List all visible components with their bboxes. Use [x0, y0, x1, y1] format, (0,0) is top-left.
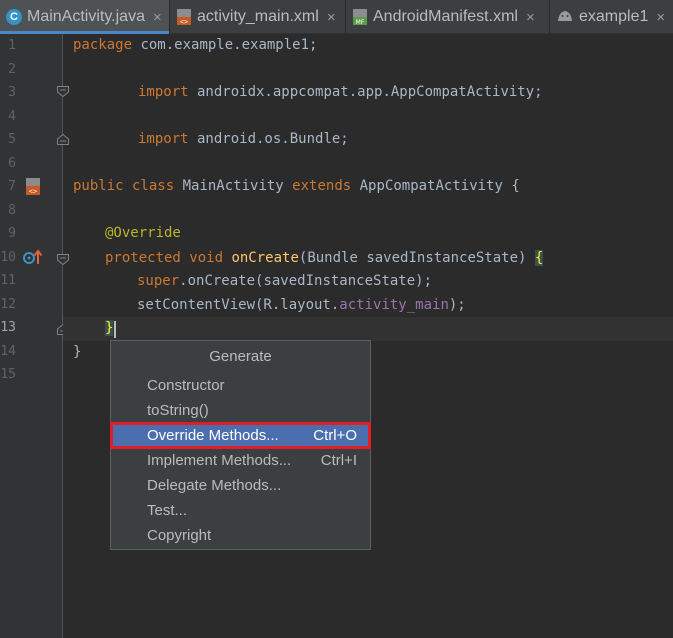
menu-item-tostring[interactable]: toString() — [112, 398, 369, 423]
close-icon[interactable]: × — [656, 9, 665, 26]
menu-item-test[interactable]: Test... — [112, 498, 369, 523]
menu-item-implement-methods[interactable]: Implement Methods... Ctrl+I — [112, 448, 369, 473]
code-line-12: setContentView(R.layout.activity_main); — [137, 297, 466, 313]
code-line-5: import android.os.Bundle; — [138, 131, 349, 147]
line-number: 1 — [8, 38, 16, 53]
android-icon — [556, 9, 574, 25]
line-number: 5 — [8, 132, 16, 147]
code-line-7: public class MainActivity extends AppCom… — [73, 178, 520, 194]
menu-item-delegate-methods[interactable]: Delegate Methods... — [112, 473, 369, 498]
text-cursor — [114, 321, 116, 338]
code-line-11: super.onCreate(savedInstanceState); — [137, 273, 433, 289]
line-number: 7 — [8, 179, 16, 194]
svg-text:<>: <> — [180, 18, 188, 25]
tab-label: MainActivity.java — [27, 8, 145, 25]
line-number: 8 — [8, 202, 16, 218]
shortcut-label: Ctrl+I — [320, 452, 357, 469]
tab-activity-main-xml[interactable]: <> activity_main.xml × — [170, 0, 346, 34]
fold-marker-icon[interactable] — [57, 86, 69, 97]
code-line-10: protected void onCreate(Bundle savedInst… — [105, 250, 544, 266]
line-number: 15 — [0, 367, 16, 382]
menu-item-override-methods[interactable]: Override Methods... Ctrl+O — [110, 422, 371, 449]
tab-label: example1 — [579, 8, 649, 25]
svg-text:<>: <> — [29, 188, 37, 196]
fold-marker-icon[interactable] — [57, 134, 69, 145]
line-number: 4 — [8, 108, 16, 124]
current-line-highlight — [63, 317, 673, 341]
generate-popup: Generate Constructor toString() Override… — [110, 340, 371, 550]
line-number: 12 — [0, 296, 16, 312]
editor-tab-bar: C MainActivity.java × <> activity_main.x… — [0, 0, 673, 34]
line-number: 9 — [8, 226, 16, 241]
fold-marker-icon[interactable] — [57, 254, 69, 265]
code-line-14: } — [73, 344, 82, 360]
tab-example1[interactable]: example1 × — [550, 0, 673, 34]
tab-androidmanifest-xml[interactable]: MF AndroidManifest.xml × — [346, 0, 550, 34]
line-number: 6 — [8, 155, 16, 171]
line-number: 11 — [0, 273, 16, 288]
manifest-icon: MF — [352, 9, 368, 26]
close-icon[interactable]: × — [153, 9, 162, 26]
close-icon[interactable]: × — [327, 9, 336, 26]
code-line-3: import androidx.appcompat.app.AppCompatA… — [138, 84, 543, 100]
code-line-1: package com.example.example1; — [73, 37, 318, 53]
line-number: 10 — [0, 249, 16, 265]
editor-gutter: 1 2 3 4 5 6 7 8 9 10 11 12 13 14 15 <> — [0, 34, 63, 638]
override-method-icon[interactable] — [21, 248, 43, 266]
close-icon[interactable]: × — [526, 9, 535, 26]
layout-file-icon[interactable]: <> — [22, 178, 44, 196]
tab-label: activity_main.xml — [197, 8, 319, 25]
tab-label: AndroidManifest.xml — [373, 8, 518, 25]
menu-item-copyright[interactable]: Copyright — [112, 523, 369, 548]
java-class-icon: C — [6, 9, 22, 25]
line-number: 2 — [8, 61, 16, 77]
code-line-13: } — [105, 320, 114, 336]
line-number-current: 13 — [0, 320, 16, 335]
shortcut-label: Ctrl+O — [313, 427, 357, 444]
popup-title: Generate — [209, 348, 272, 365]
tab-mainactivity-java[interactable]: C MainActivity.java × — [0, 0, 170, 34]
code-line-9: @Override — [105, 225, 181, 241]
line-number: 3 — [8, 85, 16, 100]
svg-text:MF: MF — [356, 19, 365, 25]
menu-item-constructor[interactable]: Constructor — [112, 373, 369, 398]
xml-layout-icon: <> — [176, 9, 192, 26]
line-number: 14 — [0, 343, 16, 359]
